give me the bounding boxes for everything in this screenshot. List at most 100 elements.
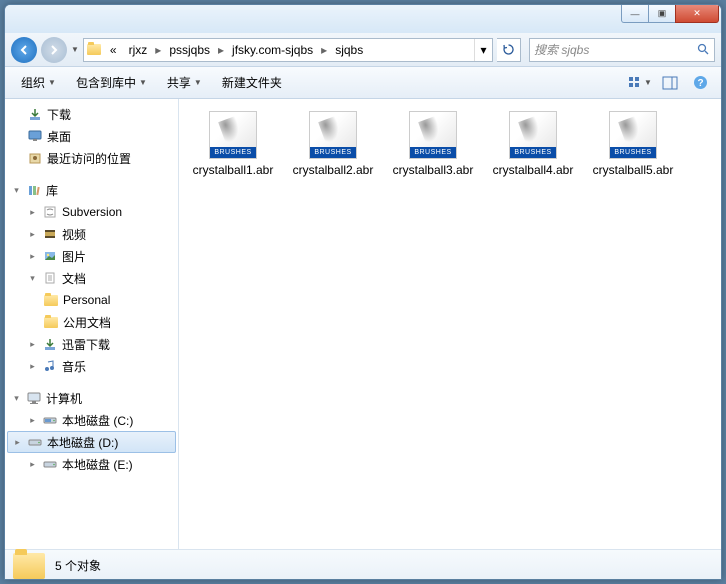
chevron-right-icon: ▸ (153, 43, 163, 57)
documents-icon (42, 270, 58, 286)
sidebar-item-xunlei[interactable]: ▸ 迅雷下载 (5, 333, 178, 355)
folder-icon (84, 44, 104, 55)
tree-label: 计算机 (46, 390, 82, 407)
brush-file-icon: BRUSHES (309, 111, 357, 159)
file-item[interactable]: BRUSHES crystalball5.abr (587, 111, 679, 177)
file-name: crystalball4.abr (493, 163, 574, 177)
sidebar-item-drive-e[interactable]: ▸ 本地磁盘 (E:) (5, 453, 178, 475)
brush-badge: BRUSHES (510, 147, 556, 158)
file-item[interactable]: BRUSHES crystalball3.abr (387, 111, 479, 177)
search-icon (697, 43, 710, 56)
search-placeholder: 搜索 sjqbs (534, 41, 589, 58)
brush-file-icon: BRUSHES (409, 111, 457, 159)
tree-label: 本地磁盘 (D:) (47, 434, 118, 451)
svg-text:?: ? (697, 78, 703, 89)
file-item[interactable]: BRUSHES crystalball1.abr (187, 111, 279, 177)
expand-icon[interactable]: ▸ (27, 459, 38, 470)
breadcrumb-segment[interactable]: pssjqbs (163, 39, 216, 61)
sidebar-item-music[interactable]: ▸ 音乐 (5, 355, 178, 377)
tree-label: 音乐 (62, 358, 86, 375)
file-name: crystalball1.abr (193, 163, 274, 177)
folder-icon (13, 553, 45, 579)
file-list[interactable]: BRUSHES crystalball1.abr BRUSHES crystal… (179, 99, 721, 549)
sidebar-item-drive-c[interactable]: ▸ 本地磁盘 (C:) (5, 409, 178, 431)
sidebar-item-desktop[interactable]: 桌面 (5, 125, 178, 147)
help-button[interactable]: ? (687, 72, 713, 94)
file-item[interactable]: BRUSHES crystalball4.abr (487, 111, 579, 177)
brush-badge: BRUSHES (310, 147, 356, 158)
expand-icon[interactable]: ▸ (27, 415, 38, 426)
file-name: crystalball5.abr (593, 163, 674, 177)
brush-badge: BRUSHES (210, 147, 256, 158)
download-icon (27, 106, 43, 122)
breadcrumb-segment[interactable]: sjqbs (329, 39, 369, 61)
sidebar-item-public-docs[interactable]: 公用文档 (5, 311, 178, 333)
folder-icon (43, 314, 59, 330)
sidebar-item-personal[interactable]: Personal (5, 289, 178, 311)
back-button[interactable] (11, 37, 37, 63)
collapse-icon[interactable]: ▾ (11, 185, 22, 196)
sidebar-item-videos[interactable]: ▸视频 (5, 223, 178, 245)
sidebar-item-drive-d[interactable]: ▸ 本地磁盘 (D:) (7, 431, 176, 453)
tree-label: 公用文档 (63, 314, 111, 331)
chevron-down-icon: ▼ (644, 78, 652, 87)
drive-icon (42, 456, 58, 472)
tree-label: 本地磁盘 (C:) (62, 412, 133, 429)
minimize-button[interactable]: — (621, 5, 649, 23)
refresh-button[interactable] (497, 38, 521, 62)
library-icon (26, 182, 42, 198)
close-button[interactable]: ✕ (675, 5, 719, 23)
collapse-icon[interactable]: ▾ (27, 273, 38, 284)
subversion-icon (42, 204, 58, 220)
brush-badge: BRUSHES (410, 147, 456, 158)
breadcrumb-prefix[interactable]: « (104, 39, 123, 61)
preview-pane-button[interactable] (657, 72, 683, 94)
tree-label: 库 (46, 182, 58, 199)
brush-file-icon: BRUSHES (609, 111, 657, 159)
sidebar-item-recent[interactable]: 最近访问的位置 (5, 147, 178, 169)
music-icon (42, 358, 58, 374)
status-bar: 5 个对象 (5, 549, 721, 580)
sidebar-item-subversion[interactable]: ▸ Subversion (5, 201, 178, 223)
share-button[interactable]: 共享▼ (159, 71, 210, 94)
sidebar-item-computer[interactable]: ▾ 计算机 (5, 387, 178, 409)
tree-label: 下载 (47, 106, 71, 123)
brush-file-icon: BRUSHES (509, 111, 557, 159)
tree-label: Subversion (62, 205, 122, 219)
forward-button[interactable] (41, 37, 67, 63)
recent-icon (27, 150, 43, 166)
view-options-button[interactable]: ▼ (627, 72, 653, 94)
include-in-library-button[interactable]: 包含到库中▼ (68, 71, 155, 94)
breadcrumb-dropdown-icon[interactable]: ▾ (474, 39, 492, 61)
sidebar-item-downloads[interactable]: 下载 (5, 103, 178, 125)
file-name: crystalball3.abr (393, 163, 474, 177)
search-input[interactable]: 搜索 sjqbs (529, 38, 715, 62)
chevron-down-icon: ▼ (139, 78, 147, 87)
drive-icon (42, 412, 58, 428)
sidebar-item-libraries[interactable]: ▾库 (5, 179, 178, 201)
video-icon (42, 226, 58, 242)
tree-label: 桌面 (47, 128, 71, 145)
breadcrumb-segment[interactable]: rjxz (123, 39, 154, 61)
desktop-icon (27, 128, 43, 144)
organize-button[interactable]: 组织▼ (13, 71, 64, 94)
navigation-pane[interactable]: 下载 桌面 最近访问的位置 ▾库 ▸Subversion ▸视频 ▸图片 ▾文档… (5, 99, 179, 549)
breadcrumb[interactable]: « rjxz▸ pssjqbs▸ jfsky.com-sjqbs▸ sjqbs … (83, 38, 493, 62)
maximize-button[interactable]: ▣ (648, 5, 676, 23)
new-folder-button[interactable]: 新建文件夹 (214, 71, 290, 94)
breadcrumb-segment[interactable]: jfsky.com-sjqbs (226, 39, 319, 61)
expand-icon[interactable]: ▸ (12, 437, 23, 448)
tree-label: 迅雷下载 (62, 336, 110, 353)
expand-icon[interactable]: ▸ (27, 251, 38, 262)
sidebar-item-pictures[interactable]: ▸图片 (5, 245, 178, 267)
expand-icon[interactable]: ▸ (27, 229, 38, 240)
expand-icon[interactable]: ▸ (27, 207, 38, 218)
file-item[interactable]: BRUSHES crystalball2.abr (287, 111, 379, 177)
expand-icon[interactable]: ▸ (27, 339, 38, 350)
nav-history-dropdown-icon[interactable]: ▼ (71, 45, 79, 54)
collapse-icon[interactable]: ▾ (11, 393, 22, 404)
titlebar[interactable]: — ▣ ✕ (5, 5, 721, 33)
sidebar-item-documents[interactable]: ▾文档 (5, 267, 178, 289)
expand-icon[interactable]: ▸ (27, 361, 38, 372)
tree-label: 本地磁盘 (E:) (62, 456, 133, 473)
